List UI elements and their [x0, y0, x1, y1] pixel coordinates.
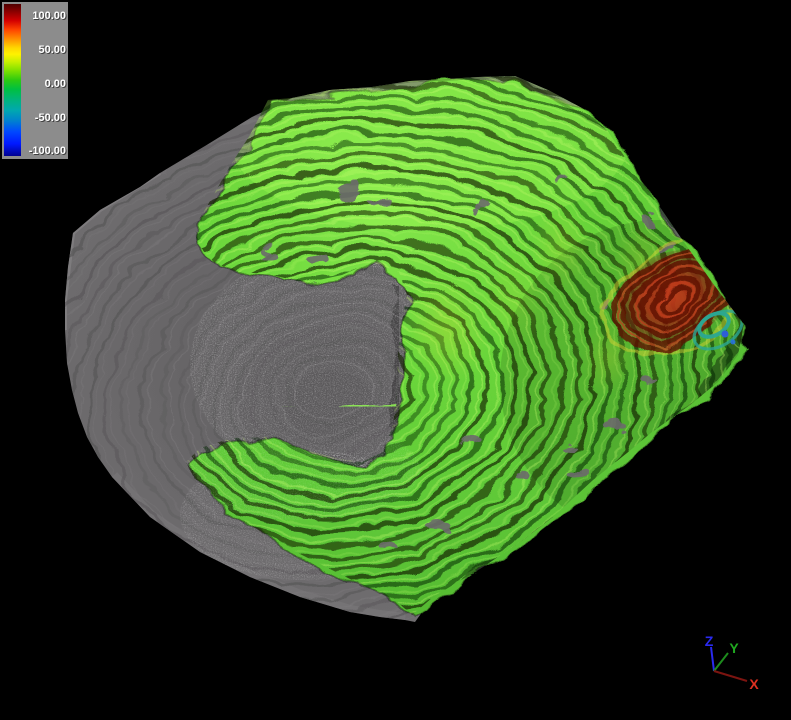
legend-tick-label: -50.00: [22, 112, 66, 125]
legend-tick-label: 100.00: [22, 10, 66, 23]
axis-z-label: Z: [705, 633, 714, 649]
viewport-3d[interactable]: Z Y X: [0, 0, 791, 720]
axis-x-line: [714, 671, 747, 681]
thin-green-streak: [252, 404, 392, 406]
legend-tick-label: 0.00: [22, 78, 66, 91]
axis-y-label: Y: [729, 640, 739, 656]
legend-tick-label: -100.00: [22, 145, 66, 158]
axis-y-line: [714, 653, 728, 671]
legend-tick-label: 50.00: [22, 44, 66, 57]
color-scale-legend: 100.00 50.00 0.00 -50.00 -100.00: [2, 2, 68, 159]
render-canvas: Z Y X 100.00 50.00 0.00 -50.00 -100.00: [0, 0, 791, 720]
axis-z-line: [711, 647, 714, 671]
legend-color-bar: [4, 4, 21, 156]
axis-triad: Z Y X: [705, 633, 760, 692]
axis-x-label: X: [749, 676, 759, 692]
